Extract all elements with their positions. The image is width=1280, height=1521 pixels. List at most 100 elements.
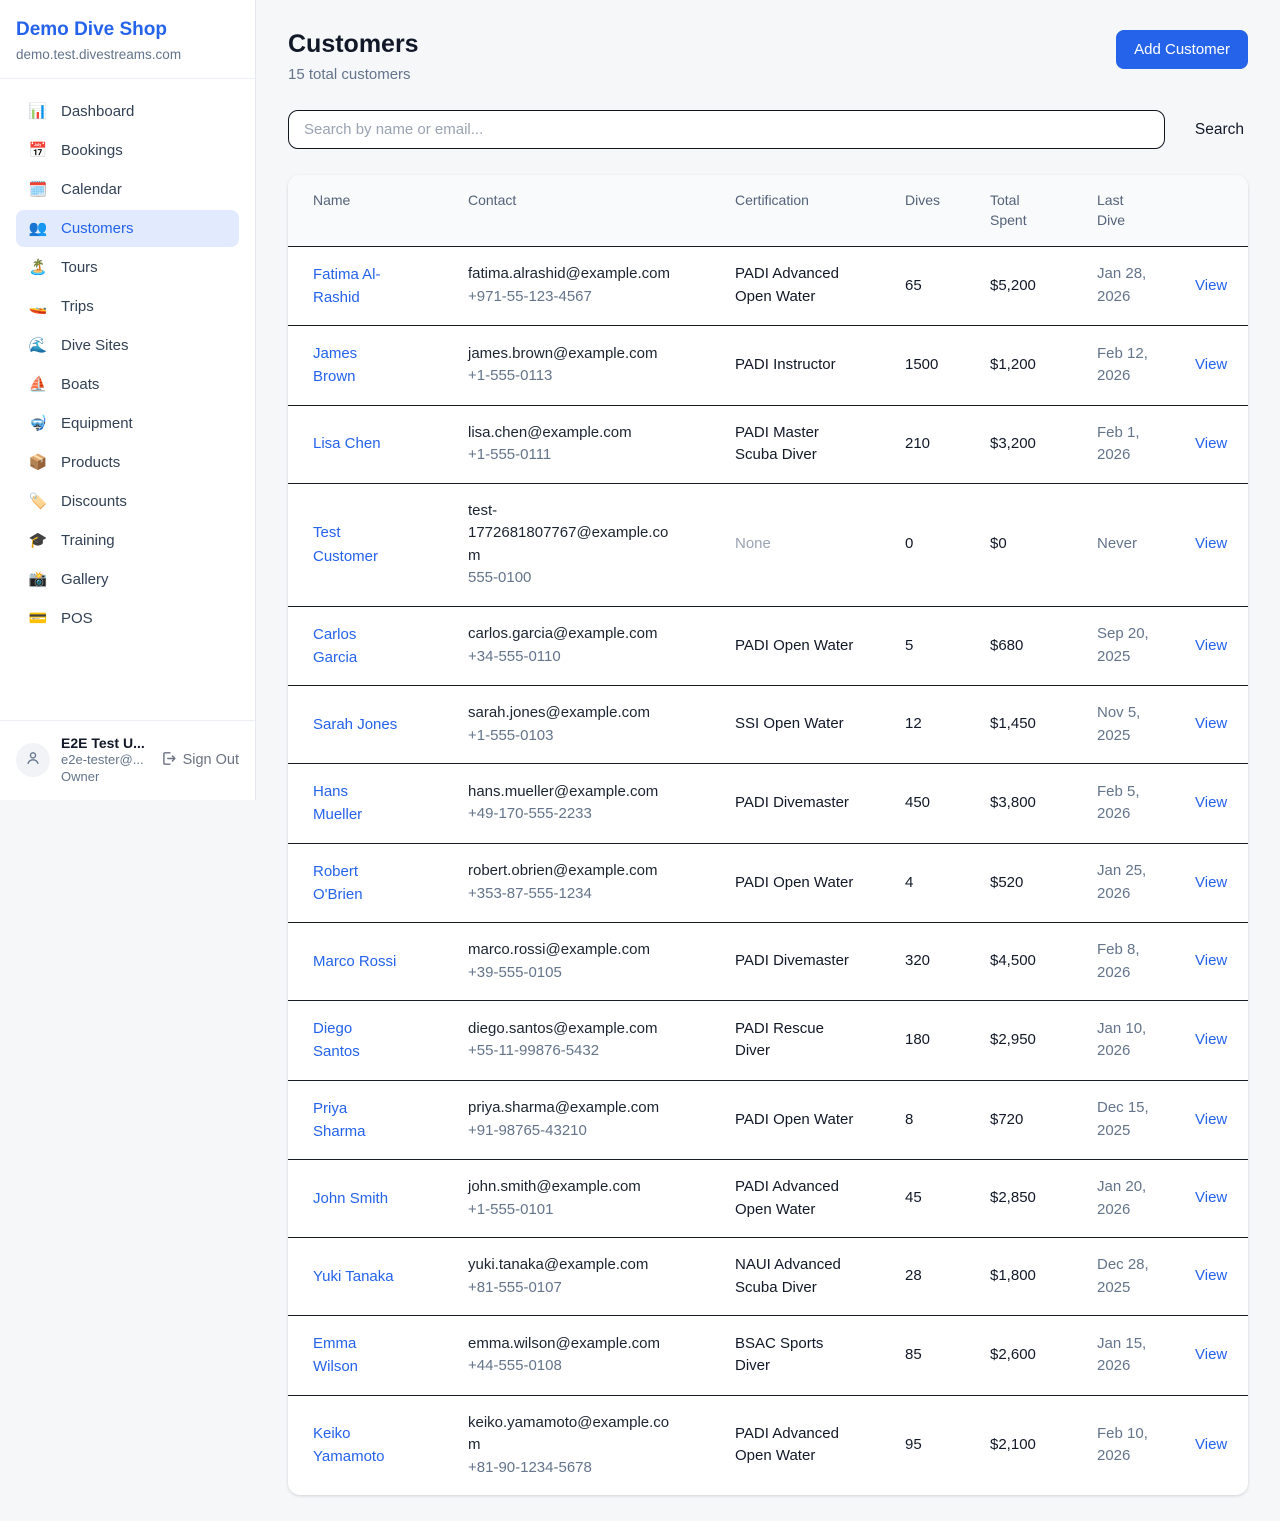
view-customer-link[interactable]: View [1195,433,1236,456]
view-customer-link[interactable]: View [1195,713,1236,736]
customer-last-dive: Dec 28, 2025 [1097,1254,1159,1299]
view-customer-link[interactable]: View [1195,275,1236,298]
sidebar-item-dashboard[interactable]: 📊 Dashboard [16,93,239,130]
customer-name-link[interactable]: Marco Rossi [313,950,399,973]
total-customers-count: 15 total customers [288,66,419,83]
sidebar-item-label: Dashboard [61,103,134,120]
customer-name-link[interactable]: Carlos Garcia [313,623,399,670]
view-customer-link[interactable]: View [1195,635,1236,658]
customer-dives: 180 [905,1029,966,1052]
customer-last-dive: Feb 8, 2026 [1097,939,1159,984]
view-customer-link[interactable]: View [1195,1187,1236,1210]
table-row: Lisa Chen lisa.chen@example.com +1-555-0… [288,406,1248,484]
discounts-icon: 🏷️ [28,494,48,509]
customer-name-link[interactable]: James Brown [313,342,399,389]
view-customer-link[interactable]: View [1195,1434,1236,1457]
sidebar-item-dive-sites[interactable]: 🌊 Dive Sites [16,327,239,364]
sidebar-item-label: Bookings [61,142,123,159]
user-box: E2E Test U... e2e-tester@... Owner Sign … [0,720,255,800]
customer-name-link[interactable]: Robert O'Brien [313,860,399,907]
sidebar-item-equipment[interactable]: 🤿 Equipment [16,405,239,442]
view-customer-link[interactable]: View [1195,1029,1236,1052]
customer-phone: +1-555-0101 [468,1199,711,1222]
search-button[interactable]: Search [1191,121,1248,139]
customer-name-link[interactable]: Priya Sharma [313,1097,399,1144]
customer-certification: BSAC Sports Diver [735,1333,855,1378]
customer-total-spent: $1,800 [990,1265,1073,1288]
sidebar-item-calendar[interactable]: 🗓️ Calendar [16,171,239,208]
sign-out-button[interactable]: Sign Out [160,750,239,771]
bookings-icon: 📅 [28,143,48,158]
customer-name-link[interactable]: Lisa Chen [313,432,399,455]
column-header-total-spent: Total Spent [978,175,1085,246]
table-row: Carlos Garcia carlos.garcia@example.com … [288,607,1248,687]
boats-icon: ⛵ [28,377,48,392]
sidebar-item-trips[interactable]: 🚤 Trips [16,288,239,325]
search-row: Search [288,110,1248,149]
customer-certification: PADI Open Water [735,872,855,895]
view-customer-link[interactable]: View [1195,872,1236,895]
sidebar-item-label: Dive Sites [61,337,129,354]
customer-name-link[interactable]: Keiko Yamamoto [313,1422,399,1469]
customer-name-link[interactable]: Emma Wilson [313,1332,399,1379]
page-title-block: Customers 15 total customers [288,30,419,83]
customer-phone: +971-55-123-4567 [468,286,711,309]
sidebar-item-label: Equipment [61,415,133,432]
sidebar-item-boats[interactable]: ⛵ Boats [16,366,239,403]
view-customer-link[interactable]: View [1195,1265,1236,1288]
customer-name-link[interactable]: Sarah Jones [313,713,399,736]
sidebar-item-training[interactable]: 🎓 Training [16,522,239,559]
customer-name-link[interactable]: Hans Mueller [313,780,399,827]
view-customer-link[interactable]: View [1195,1344,1236,1367]
add-customer-button[interactable]: Add Customer [1116,30,1248,69]
customer-email: james.brown@example.com [468,343,680,366]
sidebar-item-pos[interactable]: 💳 POS [16,600,239,637]
customer-email: sarah.jones@example.com [468,702,680,725]
sidebar-item-customers[interactable]: 👥 Customers [16,210,239,247]
customer-phone: +34-555-0110 [468,646,711,669]
customer-phone: +55-11-99876-5432 [468,1040,711,1063]
customers-table-card: Name Contact Certification Dives Total S… [288,175,1248,1495]
sidebar-item-products[interactable]: 📦 Products [16,444,239,481]
customer-phone: +81-555-0107 [468,1277,711,1300]
sidebar-item-label: Discounts [61,493,127,510]
sign-out-label: Sign Out [183,752,239,768]
table-row: Priya Sharma priya.sharma@example.com +9… [288,1081,1248,1161]
customer-certification: PADI Instructor [735,354,855,377]
view-customer-link[interactable]: View [1195,1109,1236,1132]
customer-email: test-1772681807767@example.com [468,500,680,568]
customer-phone: +1-555-0103 [468,725,711,748]
customer-name-link[interactable]: Yuki Tanaka [313,1265,399,1288]
customer-name-link[interactable]: John Smith [313,1187,399,1210]
user-icon [24,749,42,772]
view-customer-link[interactable]: View [1195,950,1236,973]
sidebar-item-bookings[interactable]: 📅 Bookings [16,132,239,169]
customer-dives: 8 [905,1109,966,1132]
table-header-row: Name Contact Certification Dives Total S… [288,175,1248,247]
customer-name-link[interactable]: Fatima Al-Rashid [313,263,399,310]
customer-dives: 5 [905,635,966,658]
search-input[interactable] [288,110,1165,149]
view-customer-link[interactable]: View [1195,533,1236,556]
customer-total-spent: $5,200 [990,275,1073,298]
customer-dives: 4 [905,872,966,895]
customer-last-dive: Jan 20, 2026 [1097,1176,1159,1221]
sidebar-item-discounts[interactable]: 🏷️ Discounts [16,483,239,520]
customer-name-link[interactable]: Diego Santos [313,1017,399,1064]
customer-certification: PADI Rescue Diver [735,1018,855,1063]
customer-name-link[interactable]: Test Customer [313,521,399,568]
customer-total-spent: $2,850 [990,1187,1073,1210]
view-customer-link[interactable]: View [1195,354,1236,377]
column-header-name: Name [288,175,456,246]
customer-last-dive: Dec 15, 2025 [1097,1097,1159,1142]
sidebar-item-gallery[interactable]: 📸 Gallery [16,561,239,598]
sidebar-item-tours[interactable]: 🏝️ Tours [16,249,239,286]
sidebar-item-label: Customers [61,220,134,237]
table-row: Fatima Al-Rashid fatima.alrashid@example… [288,247,1248,327]
sidebar-item-label: Boats [61,376,99,393]
customer-email: fatima.alrashid@example.com [468,263,680,286]
view-customer-link[interactable]: View [1195,792,1236,815]
calendar-icon: 🗓️ [28,182,48,197]
customers-icon: 👥 [28,221,48,236]
customer-last-dive: Feb 1, 2026 [1097,422,1159,467]
